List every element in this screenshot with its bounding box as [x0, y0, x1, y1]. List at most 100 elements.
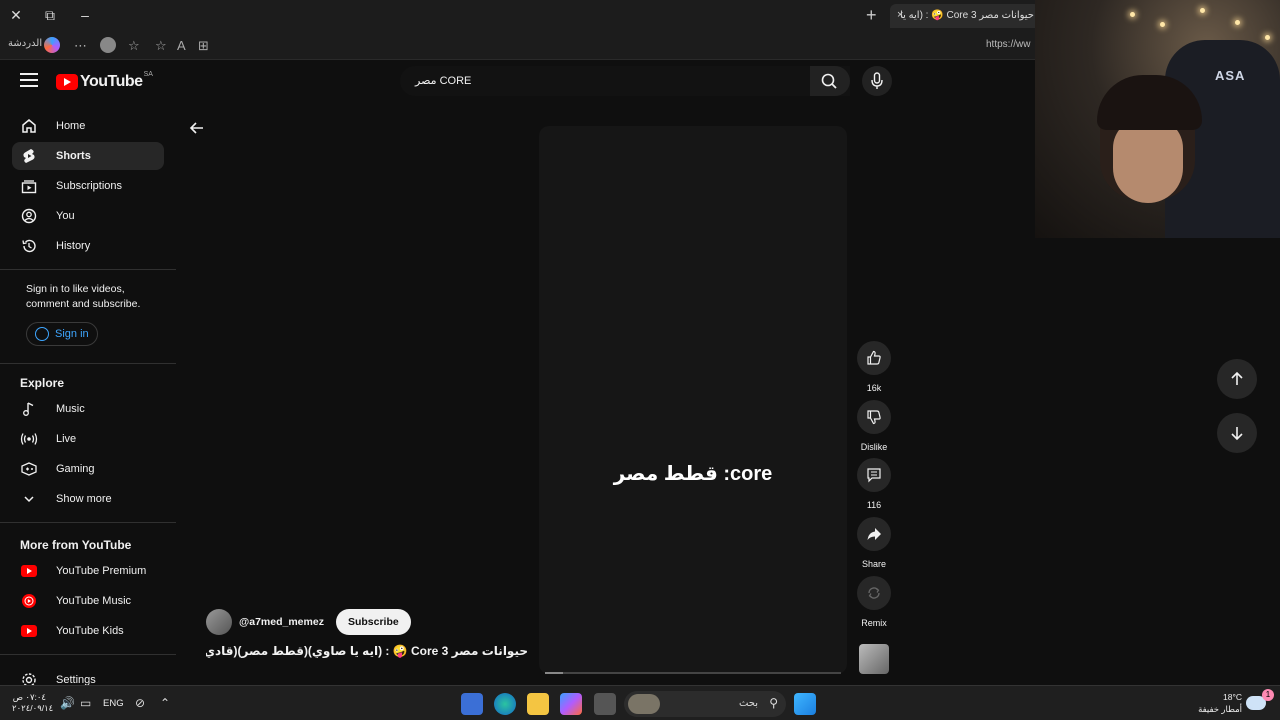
restore-window-button[interactable]: ⧉	[40, 5, 60, 25]
divider	[0, 522, 176, 523]
channel-name[interactable]: @a7med_memez	[239, 616, 324, 628]
sidebar-item-youtube-premium[interactable]: YouTube Premium	[12, 557, 164, 585]
sidebar-item-show-more[interactable]: Show more	[12, 485, 164, 513]
fairy-light	[1265, 35, 1270, 40]
sidebar-item-label: YouTube Premium	[56, 565, 147, 577]
remix-button[interactable]	[857, 576, 891, 610]
shorts-video-player[interactable]: قطط مصر :core	[539, 126, 847, 674]
video-title[interactable]: حيوانات مصر Core 3 🤪 : (ايه يا صاوي)(قطط…	[206, 644, 528, 658]
add-favorite-icon[interactable]: ☆	[155, 38, 167, 54]
logo-text: YouTube	[80, 73, 143, 90]
thumbs-up-icon	[867, 350, 881, 365]
sidebar-item-subscriptions[interactable]: Subscriptions	[12, 172, 164, 200]
date-text: ٢٠٢٤/٠٩/١٤	[12, 703, 54, 713]
sidebar-item-history[interactable]: History	[12, 232, 164, 260]
sidebar-item-shorts[interactable]: Shorts	[12, 142, 164, 170]
task-view-icon[interactable]	[594, 693, 616, 715]
minimize-window-button[interactable]: –	[75, 5, 95, 25]
next-short-button[interactable]	[1217, 413, 1257, 453]
sound-thumbnail[interactable]	[859, 644, 889, 674]
tab-title: حيوانات مصر Core 3 🤪 : (ايه يا	[900, 10, 1034, 21]
url-text[interactable]: https://ww	[986, 39, 1030, 50]
search-button[interactable]	[810, 66, 850, 96]
video-progress-bar[interactable]	[545, 672, 841, 674]
subscribe-button[interactable]: Subscribe	[335, 609, 411, 635]
microphone-icon	[871, 72, 883, 89]
notifications-off-icon[interactable]: ⊘	[135, 696, 145, 710]
search-input[interactable]: مصر CORE	[415, 74, 471, 87]
browser-tab[interactable]: حيوانات مصر Core 3 🤪 : (ايه يا	[890, 4, 1040, 28]
copilot-icon[interactable]	[44, 37, 60, 53]
sidebar-item-youtube-music[interactable]: YouTube Music	[12, 587, 164, 615]
youtube-sidebar: YouTube SA Home Shorts Subscriptions You…	[0, 60, 176, 685]
split-screen-icon[interactable]: ⊞	[198, 38, 209, 54]
shorts-icon	[20, 147, 38, 165]
country-code: SA	[143, 70, 153, 78]
chevron-up-icon[interactable]: ⌃	[160, 696, 170, 710]
subscriptions-icon	[20, 177, 38, 195]
sign-in-label: Sign in	[55, 328, 89, 340]
sidebar-item-settings[interactable]: Settings	[12, 666, 164, 685]
taskbar-search[interactable]: بحث ⚲	[624, 691, 786, 717]
sidebar-item-music[interactable]: Music	[12, 395, 164, 423]
thumbs-down-icon	[867, 410, 881, 425]
previous-short-button[interactable]	[1217, 359, 1257, 399]
language-indicator[interactable]: ENG	[103, 698, 124, 709]
sidebar-item-label: Music	[56, 403, 85, 415]
new-tab-button[interactable]: +	[866, 5, 877, 26]
read-aloud-icon[interactable]: A	[177, 38, 186, 53]
sign-in-button[interactable]: Sign in	[26, 322, 98, 346]
back-arrow-icon[interactable]	[189, 120, 205, 136]
store-app-icon[interactable]	[461, 693, 483, 715]
weather-widget[interactable]: 18°C أمطار خفيفة	[1190, 691, 1242, 715]
divider	[0, 654, 176, 655]
edge-app-icon[interactable]	[494, 693, 516, 715]
sidebar-item-home[interactable]: Home	[12, 112, 164, 140]
sidebar-item-label: Shorts	[56, 150, 91, 162]
search-highlight-image	[628, 694, 660, 714]
channel-avatar[interactable]	[206, 609, 232, 635]
favorites-icon[interactable]: ☆	[128, 38, 140, 54]
file-explorer-icon[interactable]	[527, 693, 549, 715]
youtube-kids-icon	[20, 622, 38, 640]
channel-row: @a7med_memez Subscribe	[206, 609, 411, 635]
share-button[interactable]	[857, 517, 891, 551]
network-icon[interactable]: ▭	[80, 696, 91, 710]
more-icon[interactable]: ⋯	[74, 38, 87, 54]
remix-action: Remix	[857, 576, 891, 628]
gear-icon	[20, 671, 38, 685]
comments-button[interactable]	[857, 458, 891, 492]
arrow-down-icon	[1231, 427, 1243, 441]
profile-avatar[interactable]	[100, 37, 116, 53]
sidebar-item-label: Settings	[56, 674, 96, 685]
clock[interactable]: ٠٧:٠٤ ص ٢٠٢٤/٠٩/١٤	[12, 692, 54, 714]
share-label: Share	[861, 559, 887, 569]
sidebar-item-label: Gaming	[56, 463, 95, 475]
menu-icon[interactable]	[20, 73, 38, 87]
volume-icon[interactable]: 🔊	[60, 696, 75, 710]
account-icon	[35, 327, 49, 341]
fairy-light	[1200, 8, 1205, 13]
gaming-icon	[20, 460, 38, 478]
like-button[interactable]	[857, 341, 891, 375]
youtube-premium-icon	[20, 562, 38, 580]
fairy-light	[1130, 12, 1135, 17]
windows-start-icon[interactable]	[794, 693, 816, 715]
sidebar-item-youtube-kids[interactable]: YouTube Kids	[12, 617, 164, 645]
sidebar-item-you[interactable]: You	[12, 202, 164, 230]
youtube-music-icon	[20, 592, 38, 610]
youtube-logo[interactable]: YouTube SA	[56, 70, 153, 91]
copilot-app-icon[interactable]	[560, 693, 582, 715]
dislike-button[interactable]	[857, 400, 891, 434]
search-box[interactable]: مصر CORE ×	[400, 66, 850, 96]
sidebar-item-gaming[interactable]: Gaming	[12, 455, 164, 483]
close-window-button[interactable]: ✕	[6, 5, 26, 25]
sidebar-item-live[interactable]: Live	[12, 425, 164, 453]
chat-label[interactable]: الدردشة	[8, 38, 42, 49]
voice-search-button[interactable]	[862, 66, 892, 96]
you-icon	[20, 207, 38, 225]
search-icon: ⚲	[769, 696, 778, 710]
signin-prompt: Sign in to like videos, comment and subs…	[26, 283, 141, 310]
tab-close-button[interactable]: ×	[897, 9, 909, 21]
like-count: 16k	[866, 383, 882, 393]
